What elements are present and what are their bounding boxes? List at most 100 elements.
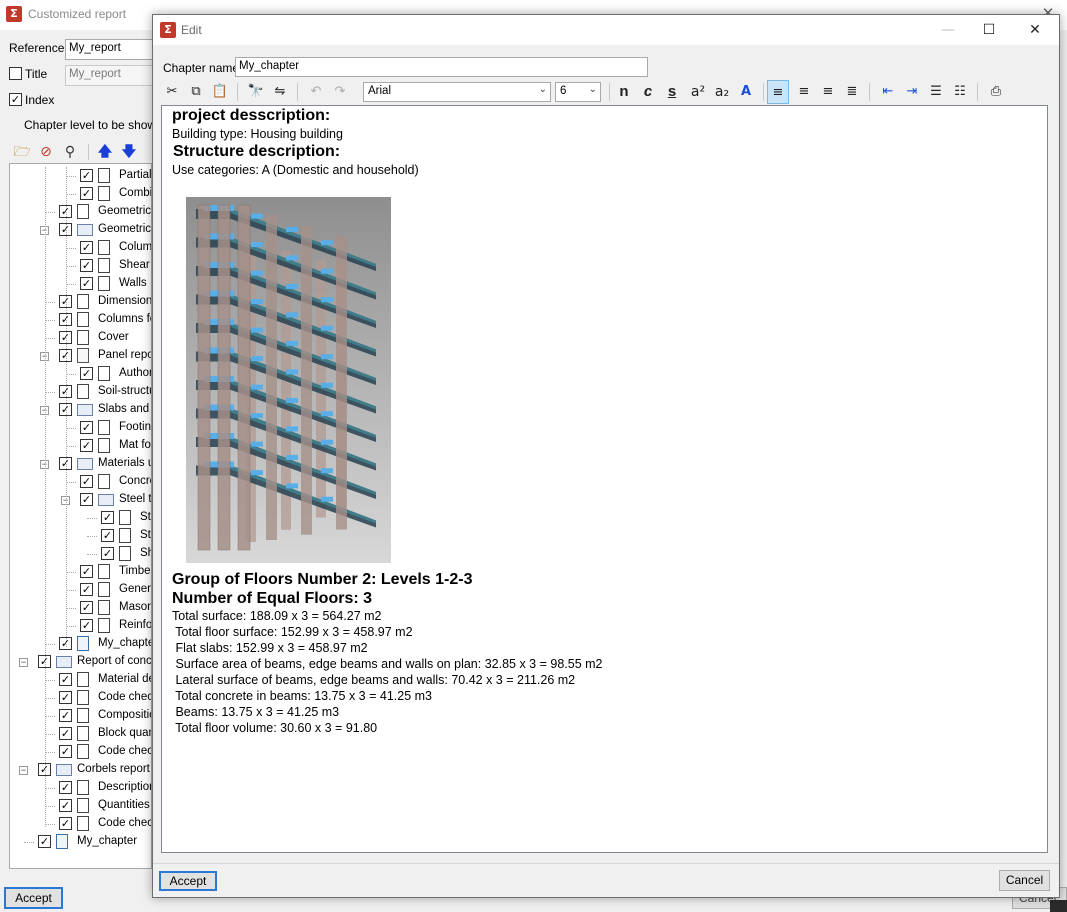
- tree-item-checkbox[interactable]: ✓: [80, 169, 93, 182]
- tree-item[interactable]: ✓ Authoriz: [10, 365, 151, 383]
- tree-item-checkbox[interactable]: ✓: [80, 439, 93, 452]
- title-checkbox[interactable]: [9, 67, 22, 80]
- tree-item-checkbox[interactable]: ✓: [80, 367, 93, 380]
- replace-icon[interactable]: ⇋: [269, 80, 291, 104]
- tree-item[interactable]: ✓ Timber: [10, 563, 151, 581]
- tree-item[interactable]: ✓ Block quant: [10, 725, 151, 743]
- undo-icon[interactable]: ↶: [305, 80, 327, 104]
- tree-item[interactable]: −✓Panel report: [10, 347, 151, 365]
- cancel-button[interactable]: Cancel: [999, 870, 1050, 891]
- tree-item-checkbox[interactable]: ✓: [80, 187, 93, 200]
- open-folder-icon[interactable]: 🗁: [12, 142, 32, 162]
- tree-item[interactable]: ✓ Ste: [10, 509, 151, 527]
- tree-item-checkbox[interactable]: ✓: [59, 781, 72, 794]
- reference-input[interactable]: My_report: [65, 39, 155, 60]
- tree-item[interactable]: −✓Steel typ: [10, 491, 151, 509]
- tree-item-checkbox[interactable]: ✓: [59, 709, 72, 722]
- move-down-icon[interactable]: 🡇: [119, 142, 139, 162]
- tree-item[interactable]: − ✓ Corbels report: [10, 761, 151, 779]
- tree-item[interactable]: ✓ Columns: [10, 239, 151, 257]
- tree-item-checkbox[interactable]: ✓: [80, 583, 93, 596]
- tree-item-checkbox[interactable]: ✓: [80, 493, 93, 506]
- chapter-name-input[interactable]: My_chapter: [235, 57, 648, 77]
- tree-item-checkbox[interactable]: ✓: [59, 691, 72, 704]
- paste-icon[interactable]: 📋: [209, 80, 231, 104]
- collapse-toggle[interactable]: −: [19, 766, 28, 775]
- tree-item[interactable]: ✓ Walls: [10, 275, 151, 293]
- accept-button[interactable]: Accept: [159, 871, 217, 891]
- print-icon[interactable]: ⎙: [985, 80, 1007, 104]
- tree-item[interactable]: −✓Report of concre: [10, 653, 151, 671]
- tree-item[interactable]: ✓ Code check: [10, 743, 151, 761]
- tree-item[interactable]: −✓Geometrical: [10, 221, 151, 239]
- tree-item[interactable]: ✓ She: [10, 545, 151, 563]
- tree-item[interactable]: ✓ Material des: [10, 671, 151, 689]
- tree-item[interactable]: ✓ Shear w: [10, 257, 151, 275]
- search-icon[interactable]: ⚲: [60, 142, 80, 162]
- tree-item-checkbox[interactable]: ✓: [80, 601, 93, 614]
- tree-item[interactable]: ✓ Quantities: [10, 797, 151, 815]
- tree-item[interactable]: ✓Dimensions,: [10, 293, 151, 311]
- bold-icon[interactable]: n: [613, 80, 635, 104]
- tree-item[interactable]: ✓ Description: [10, 779, 151, 797]
- tree-item-checkbox[interactable]: ✓: [59, 799, 72, 812]
- resize-grip[interactable]: [1050, 900, 1067, 912]
- tree-item-checkbox[interactable]: ✓: [38, 835, 51, 848]
- superscript-icon[interactable]: a²: [687, 80, 709, 104]
- tree-item-checkbox[interactable]: ✓: [101, 547, 114, 560]
- tree-item-checkbox[interactable]: ✓: [80, 259, 93, 272]
- tree-item[interactable]: ✓ Combin: [10, 185, 151, 203]
- outdent-icon[interactable]: ⇤: [877, 80, 899, 104]
- tree-item-checkbox[interactable]: ✓: [59, 817, 72, 830]
- font-family-select[interactable]: Arial ⌄: [363, 82, 551, 102]
- tree-item[interactable]: ✓ Masonry: [10, 599, 151, 617]
- tree-item-checkbox[interactable]: ✓: [80, 475, 93, 488]
- tree-item[interactable]: ✓ Ste: [10, 527, 151, 545]
- bg-accept-button[interactable]: Accept: [4, 887, 63, 909]
- tree-item[interactable]: ✓ Mat fou: [10, 437, 151, 455]
- collapse-toggle[interactable]: −: [19, 658, 28, 667]
- tree-item[interactable]: ✓ Composition: [10, 707, 151, 725]
- close-icon[interactable]: ✕: [1015, 17, 1055, 43]
- tree-item[interactable]: −✓Materials us: [10, 455, 151, 473]
- redo-icon[interactable]: ↷: [329, 80, 351, 104]
- tree-item[interactable]: ✓Columns for: [10, 311, 151, 329]
- delete-icon[interactable]: ⊘: [36, 142, 56, 162]
- index-checkbox[interactable]: ✓: [9, 93, 22, 106]
- tree-item[interactable]: −✓Slabs and fo: [10, 401, 151, 419]
- tree-item[interactable]: ✓Geometrical: [10, 203, 151, 221]
- align-right-icon[interactable]: ≡: [817, 80, 839, 104]
- tree-item[interactable]: ✓Soil-structure: [10, 383, 151, 401]
- tree-item-checkbox[interactable]: ✓: [59, 673, 72, 686]
- copy-icon[interactable]: ⧉: [185, 80, 207, 104]
- tree-item[interactable]: ✓ Generic: [10, 581, 151, 599]
- tree-item[interactable]: ✓ Reinforc: [10, 617, 151, 635]
- tree-item[interactable]: ✓ Footing: [10, 419, 151, 437]
- move-up-icon[interactable]: 🡅: [95, 142, 115, 162]
- tree-item-checkbox[interactable]: ✓: [80, 565, 93, 578]
- tree-item-checkbox[interactable]: ✓: [80, 619, 93, 632]
- chapter-tree[interactable]: ✓Partial s✓Combin✓Geometrical−✓Geometric…: [9, 163, 152, 869]
- minimize-icon[interactable]: —: [928, 17, 968, 43]
- cut-icon[interactable]: ✂: [161, 80, 183, 104]
- tree-item[interactable]: ✓ Partial s: [10, 167, 151, 185]
- tree-item[interactable]: ✓ Concret: [10, 473, 151, 491]
- tree-item-checkbox[interactable]: ✓: [101, 529, 114, 542]
- rich-text-editor[interactable]: project desscription: Building type: Hou…: [161, 105, 1048, 853]
- tree-item[interactable]: ✓ Code check: [10, 689, 151, 707]
- indent-icon[interactable]: ⇥: [901, 80, 923, 104]
- align-center-icon[interactable]: ≡: [793, 80, 815, 104]
- underline-icon[interactable]: s: [661, 80, 683, 104]
- bullet-list-icon[interactable]: ☰: [925, 80, 947, 104]
- tree-item-checkbox[interactable]: ✓: [80, 241, 93, 254]
- tree-item[interactable]: ✓ Code check: [10, 815, 151, 833]
- tree-item-checkbox[interactable]: ✓: [59, 727, 72, 740]
- find-icon[interactable]: 🔭: [245, 80, 267, 104]
- justify-icon[interactable]: ≣: [841, 80, 863, 104]
- tree-item[interactable]: ✓ My_chapter: [10, 833, 151, 851]
- tree-item[interactable]: ✓ Cover: [10, 329, 151, 347]
- maximize-icon[interactable]: ☐: [969, 17, 1009, 43]
- italic-icon[interactable]: c: [637, 80, 659, 104]
- font-color-icon[interactable]: A: [735, 80, 757, 104]
- subscript-icon[interactable]: a₂: [711, 80, 733, 104]
